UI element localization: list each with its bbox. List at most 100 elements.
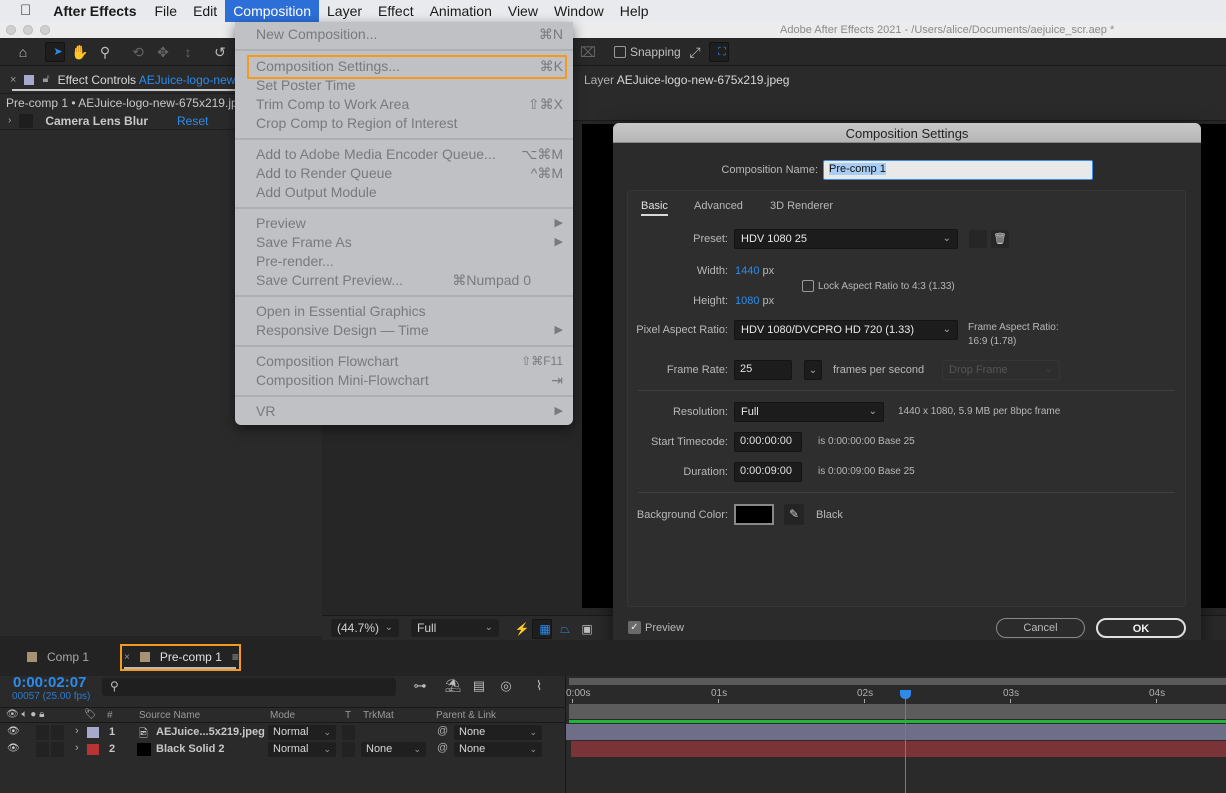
height-value[interactable]: 1080 <box>735 295 759 307</box>
time-navigator[interactable] <box>569 678 1226 685</box>
eye-icon[interactable]: 👁︎ <box>7 726 20 737</box>
frame-rate-input[interactable]: 25 <box>734 360 792 380</box>
menu-item-open-essential-graphics[interactable]: Open in Essential Graphics <box>256 302 563 321</box>
track-matte-dropdown[interactable]: None ⌄ <box>361 742 426 757</box>
composition-name-input[interactable]: Pre-comp 1 <box>823 160 1093 180</box>
layer-row[interactable]: 👁︎ › 2 Black Solid 2 Normal ⌄ None ⌄ @ Non… <box>0 741 565 758</box>
fx-toggle[interactable] <box>19 113 34 128</box>
pick-whip-icon[interactable]: @ <box>437 742 448 754</box>
menu-item-new-composition[interactable]: New Composition... ⌘N <box>256 25 563 44</box>
menu-item-crop-comp[interactable]: Crop Comp to Region of Interest <box>256 114 563 133</box>
menu-item-add-to-render-queue[interactable]: Add to Render Queue ^⌘M <box>256 164 563 183</box>
menu-item-save-frame-as[interactable]: Save Frame As ▶ <box>256 233 563 252</box>
preview-toggle[interactable]: ✓ Preview <box>628 621 684 634</box>
snapping-toggle[interactable]: Snapping <box>614 45 681 59</box>
resolution-select[interactable]: Full ⌄ <box>734 402 884 422</box>
frame-blending-icon[interactable]: ▤ <box>469 676 489 696</box>
menu-item-add-output-module[interactable]: Add Output Module <box>256 183 563 202</box>
eyedropper-icon[interactable]: ✎ <box>784 504 804 525</box>
draft-3d-icon[interactable]: ⛱ <box>443 676 463 696</box>
zoom-tool-icon[interactable]: ⚲ <box>95 42 115 62</box>
menu-edit[interactable]: Edit <box>185 0 225 22</box>
menu-effect[interactable]: Effect <box>370 0 422 22</box>
tab-basic[interactable]: Basic <box>641 200 668 216</box>
menu-item-vr[interactable]: VR ▶ <box>256 402 563 421</box>
menu-item-preview[interactable]: Preview ▶ <box>256 214 563 233</box>
cancel-button[interactable]: Cancel <box>996 618 1085 638</box>
graph-editor-icon[interactable]: ⌇ <box>529 676 549 696</box>
duration-input[interactable]: 0:00:09:00 <box>734 462 802 482</box>
transparency-grid-icon[interactable]: ▦ <box>532 619 552 639</box>
layer-name[interactable]: Black Solid 2 <box>156 743 224 755</box>
pin-tool-icon[interactable]: ⌧ <box>578 42 598 62</box>
layer-label-color[interactable] <box>87 744 99 755</box>
save-preset-icon[interactable] <box>969 230 987 248</box>
work-area-bar[interactable] <box>569 704 1226 719</box>
selection-tool-icon[interactable]: ➤ <box>45 42 65 62</box>
menu-help[interactable]: Help <box>612 0 657 22</box>
delete-preset-icon[interactable]: 🗑︎ <box>991 230 1009 248</box>
menu-item-mini-flowchart[interactable]: Composition Mini-Flowchart ⇥ <box>256 371 563 390</box>
parent-dropdown[interactable]: None ⌄ <box>454 742 542 757</box>
snap-edges-icon[interactable]: ⤢ <box>685 42 705 62</box>
comp-flowchart-icon[interactable]: ⊶ <box>410 676 430 696</box>
motion-blur-icon[interactable]: ◎ <box>496 676 516 696</box>
rotate-tool-icon[interactable]: ↺ <box>210 42 230 62</box>
menu-item-set-poster-time[interactable]: Set Poster Time <box>256 76 563 95</box>
extend-edges-icon[interactable]: ⛶ <box>709 42 729 62</box>
menu-composition[interactable]: Composition <box>225 0 320 22</box>
preview-checkbox[interactable]: ✓ <box>628 621 641 634</box>
expand-chevron-icon[interactable]: › <box>75 742 79 754</box>
region-of-interest-icon[interactable]: ▣ <box>577 619 597 639</box>
close-tab-icon[interactable]: × <box>10 74 16 86</box>
layer-viewer-tab[interactable]: Layer AEJuice-logo-new-675x219.jpeg <box>584 73 789 87</box>
menu-item-add-to-ame[interactable]: Add to Adobe Media Encoder Queue... ⌥⌘M <box>256 145 563 164</box>
frame-rate-dropdown[interactable]: ⌄ <box>804 360 822 380</box>
orbit-camera-icon[interactable]: ⟲ <box>128 42 148 62</box>
menu-app[interactable]: After Effects <box>45 0 146 22</box>
mask-visibility-icon[interactable]: ⏢ <box>555 619 575 639</box>
tab-advanced[interactable]: Advanced <box>694 200 743 212</box>
playhead[interactable] <box>899 690 911 793</box>
timeline-search-input[interactable]: ⚲ <box>102 678 396 696</box>
zoom-window-button[interactable] <box>40 25 50 35</box>
current-time-display[interactable]: 0:00:02:07 <box>13 674 86 691</box>
expand-chevron-icon[interactable]: › <box>75 725 79 737</box>
pixel-aspect-dropdown[interactable]: HDV 1080/DVCPRO HD 720 (1.33) ⌄ <box>734 320 958 340</box>
expand-chevron-icon[interactable]: › <box>8 115 11 126</box>
snapping-checkbox[interactable] <box>614 46 626 58</box>
menu-item-composition-flowchart[interactable]: Composition Flowchart ⇧⌘F11 <box>256 352 563 371</box>
preserve-transparency-toggle[interactable] <box>342 742 355 757</box>
magnification-dropdown[interactable]: (44.7%) ⌄ <box>331 619 399 637</box>
menu-layer[interactable]: Layer <box>319 0 370 22</box>
ok-button[interactable]: OK <box>1096 618 1186 638</box>
background-color-swatch[interactable] <box>734 504 774 525</box>
dolly-camera-icon[interactable]: ↕ <box>178 42 198 62</box>
effect-controls-layer-link[interactable]: AEJuice-logo-new-6 <box>139 73 246 87</box>
layer-duration-bar[interactable] <box>571 741 1226 757</box>
menu-view[interactable]: View <box>500 0 546 22</box>
parent-dropdown[interactable]: None ⌄ <box>454 725 542 740</box>
layer-duration-bar[interactable] <box>566 724 1226 740</box>
blend-mode-dropdown[interactable]: Normal ⌄ <box>268 725 336 740</box>
preset-dropdown[interactable]: HDV 1080 25 ⌄ <box>734 229 958 249</box>
preserve-transparency-toggle[interactable] <box>342 725 355 740</box>
eye-icon[interactable]: 👁︎ <box>7 743 20 754</box>
tab-3d-renderer[interactable]: 3D Renderer <box>770 200 833 212</box>
layer-name[interactable]: AEJuice...5x219.jpeg <box>156 726 265 738</box>
col-source-name[interactable]: Source Name <box>139 710 200 721</box>
minimize-window-button[interactable] <box>23 25 33 35</box>
menu-item-responsive-design[interactable]: Responsive Design — Time ▶ <box>256 321 563 340</box>
reset-link[interactable]: Reset <box>177 114 208 128</box>
blend-mode-dropdown[interactable]: Normal ⌄ <box>268 742 336 757</box>
timeline-tab-comp-1[interactable]: Comp 1 <box>27 650 89 664</box>
pan-camera-icon[interactable]: ✥ <box>153 42 173 62</box>
menu-animation[interactable]: Animation <box>422 0 500 22</box>
menu-item-trim-comp[interactable]: Trim Comp to Work Area ⇧⌘X <box>256 95 563 114</box>
fast-previews-icon[interactable]: ⚡ <box>512 619 532 639</box>
home-icon[interactable]: ⌂ <box>13 42 33 62</box>
apple-menu-icon[interactable]:  <box>0 0 45 22</box>
menu-item-pre-render[interactable]: Pre-render... <box>256 252 563 271</box>
lock-aspect-toggle[interactable]: Lock Aspect Ratio to 4:3 (1.33) <box>802 280 955 292</box>
menu-window[interactable]: Window <box>546 0 612 22</box>
